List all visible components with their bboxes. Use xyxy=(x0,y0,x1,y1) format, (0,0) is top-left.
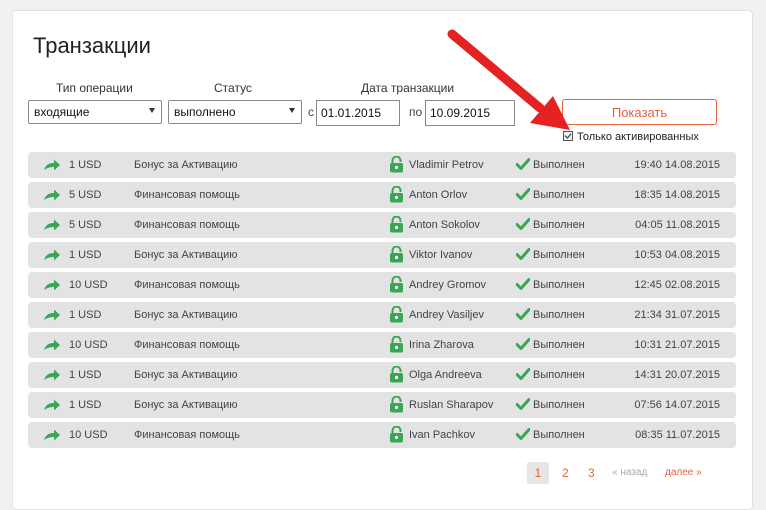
red-pointer-arrow-icon xyxy=(447,29,570,130)
